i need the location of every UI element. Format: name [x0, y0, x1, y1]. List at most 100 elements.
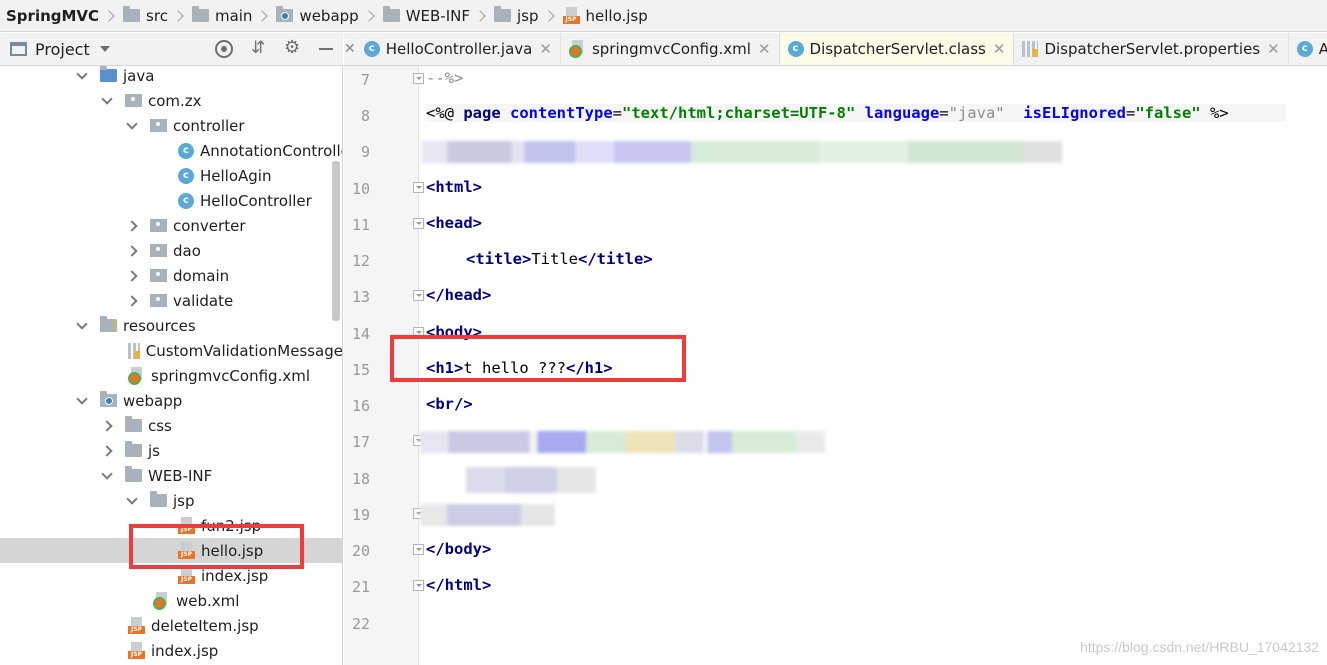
- editor-tab-bar: ✕ c HelloController.java ✕ springmvcConfig…: [344, 33, 1327, 66]
- code-token: <br/>: [426, 395, 473, 413]
- web-folder-icon: [100, 391, 117, 407]
- breadcrumb-item-webapp[interactable]: webapp: [276, 6, 359, 25]
- breadcrumb-item-src[interactable]: src: [123, 6, 168, 25]
- fold-marker-icon[interactable]: [413, 182, 424, 193]
- blurred-code-line: [422, 141, 1062, 163]
- tree-scrollbar[interactable]: [332, 161, 340, 321]
- chevron-right-icon: [363, 9, 375, 22]
- tree-item-validate[interactable]: validate: [0, 288, 342, 313]
- tree-item-label: web.xml: [176, 591, 240, 610]
- tree-item-dao[interactable]: dao: [0, 238, 342, 263]
- blurred-code-line: [420, 504, 555, 526]
- expand-arrow-icon[interactable]: [126, 117, 138, 130]
- collapse-arrow-icon[interactable]: [101, 419, 113, 432]
- locate-file-icon[interactable]: [215, 40, 233, 58]
- folder-icon: [382, 6, 400, 22]
- tree-item-label: converter: [173, 216, 246, 235]
- tree-item-delete-item-jsp[interactable]: deleteItem.jsp: [0, 613, 342, 638]
- tree-item-web-xml[interactable]: web.xml: [0, 588, 342, 613]
- expand-arrow-icon[interactable]: [101, 92, 113, 105]
- code-line-21: </html>: [426, 576, 491, 594]
- tree-item-controller[interactable]: controller: [0, 113, 342, 138]
- fold-marker-icon[interactable]: [413, 580, 424, 591]
- collapse-arrow-icon[interactable]: [126, 219, 138, 232]
- close-icon[interactable]: ✕: [758, 40, 771, 58]
- expand-arrow-icon[interactable]: [76, 67, 88, 80]
- tab-springmvc-config-xml[interactable]: springmvcConfig.xml ✕: [561, 33, 780, 65]
- breadcrumb-item-jsp[interactable]: jsp: [494, 6, 539, 25]
- breadcrumb-item-project[interactable]: SpringMVC: [6, 7, 99, 25]
- breadcrumb-item-web-inf[interactable]: WEB-INF: [382, 6, 470, 25]
- tree-item-jsp-folder[interactable]: jsp: [0, 488, 342, 513]
- close-icon[interactable]: ✕: [993, 40, 1006, 58]
- code-line-7: --%>: [426, 69, 464, 87]
- tab-dispatcher-servlet-class[interactable]: c DispatcherServlet.class ✕: [779, 33, 1015, 65]
- tab-an[interactable]: c An: [1289, 33, 1327, 65]
- caret-down-icon[interactable]: [99, 46, 110, 52]
- collapse-arrow-icon[interactable]: [101, 444, 113, 457]
- breadcrumb-item-hello-jsp[interactable]: hello.jsp: [562, 7, 648, 25]
- tree-item-label: js: [148, 441, 160, 460]
- minimize-icon[interactable]: [317, 40, 335, 58]
- breadcrumb: SpringMVC src main webapp WEB-INF jsp he…: [0, 0, 1327, 32]
- chevron-right-icon: [172, 9, 184, 22]
- close-icon[interactable]: ✕: [539, 40, 552, 58]
- expand-arrow-icon[interactable]: [76, 317, 88, 330]
- package-icon: [150, 219, 167, 232]
- tree-item-domain[interactable]: domain: [0, 263, 342, 288]
- tree-item-web-inf[interactable]: WEB-INF: [0, 463, 342, 488]
- package-icon: [150, 294, 167, 307]
- expand-arrow-icon[interactable]: [126, 492, 138, 505]
- fold-marker-icon[interactable]: [413, 290, 424, 301]
- code-token: contentType: [510, 104, 613, 122]
- code-line-10: <html>: [426, 178, 482, 196]
- line-number: 22: [351, 615, 370, 633]
- tree-item-resources[interactable]: resources: [0, 313, 342, 338]
- collapse-all-icon[interactable]: [249, 38, 267, 58]
- tree-item-label: index.jsp: [151, 641, 219, 660]
- tree-item-webapp[interactable]: webapp: [0, 388, 342, 413]
- tree-item-js[interactable]: js: [0, 438, 342, 463]
- close-icon[interactable]: ✕: [1267, 40, 1280, 58]
- fold-marker-icon[interactable]: [413, 218, 424, 229]
- tree-item-com-zx[interactable]: com.zx: [0, 88, 342, 113]
- tree-item-hello-controller[interactable]: c HelloController: [0, 188, 342, 213]
- folder-icon: [191, 6, 209, 22]
- folder-icon: [150, 491, 167, 507]
- fold-marker-icon[interactable]: [413, 544, 424, 555]
- collapse-arrow-icon[interactable]: [126, 269, 138, 282]
- tree-item-hello-agin[interactable]: c HelloAgin: [0, 163, 342, 188]
- tree-item-label: jsp: [173, 491, 195, 510]
- tree-item-index-jsp-root[interactable]: index.jsp: [0, 638, 342, 663]
- gear-icon[interactable]: [283, 37, 301, 58]
- tree-item-custom-validation-messages[interactable]: CustomValidationMessage: [0, 338, 342, 363]
- tab-label: DispatcherServlet.properties: [1044, 40, 1261, 58]
- tree-item-label: domain: [173, 266, 230, 285]
- close-icon[interactable]: ✕: [344, 41, 356, 57]
- tree-item-css[interactable]: css: [0, 413, 342, 438]
- line-number: 10: [351, 180, 370, 198]
- fold-marker-icon[interactable]: [413, 73, 424, 84]
- expand-arrow-icon[interactable]: [76, 392, 88, 405]
- source-folder-icon: [100, 66, 117, 82]
- tree-item-java[interactable]: java: [0, 66, 342, 88]
- collapse-arrow-icon[interactable]: [126, 244, 138, 257]
- expand-arrow-icon[interactable]: [101, 467, 113, 480]
- line-number: 17: [351, 433, 370, 451]
- tab-hello-controller-java[interactable]: c HelloController.java ✕: [356, 33, 561, 65]
- tab-dispatcher-servlet-properties[interactable]: DispatcherServlet.properties ✕: [1014, 33, 1289, 65]
- line-number: 9: [360, 143, 370, 161]
- tree-item-converter[interactable]: converter: [0, 213, 342, 238]
- tree-item-annotation-controller[interactable]: c AnnotationControlle: [0, 138, 342, 163]
- breadcrumb-label: webapp: [299, 6, 359, 25]
- project-view-selector[interactable]: Project: [35, 40, 90, 59]
- code-token: =: [1125, 104, 1136, 122]
- code-line-8: <%@ page contentType="text/html;charset=…: [426, 104, 1286, 122]
- project-panel-header: Project: [0, 33, 343, 66]
- line-number: 11: [351, 216, 370, 234]
- tree-item-label: validate: [173, 291, 234, 310]
- tree-item-springmvc-config[interactable]: springmvcConfig.xml: [0, 363, 342, 388]
- breadcrumb-item-main[interactable]: main: [191, 6, 252, 25]
- collapse-arrow-icon[interactable]: [126, 294, 138, 307]
- folder-icon: [125, 441, 142, 457]
